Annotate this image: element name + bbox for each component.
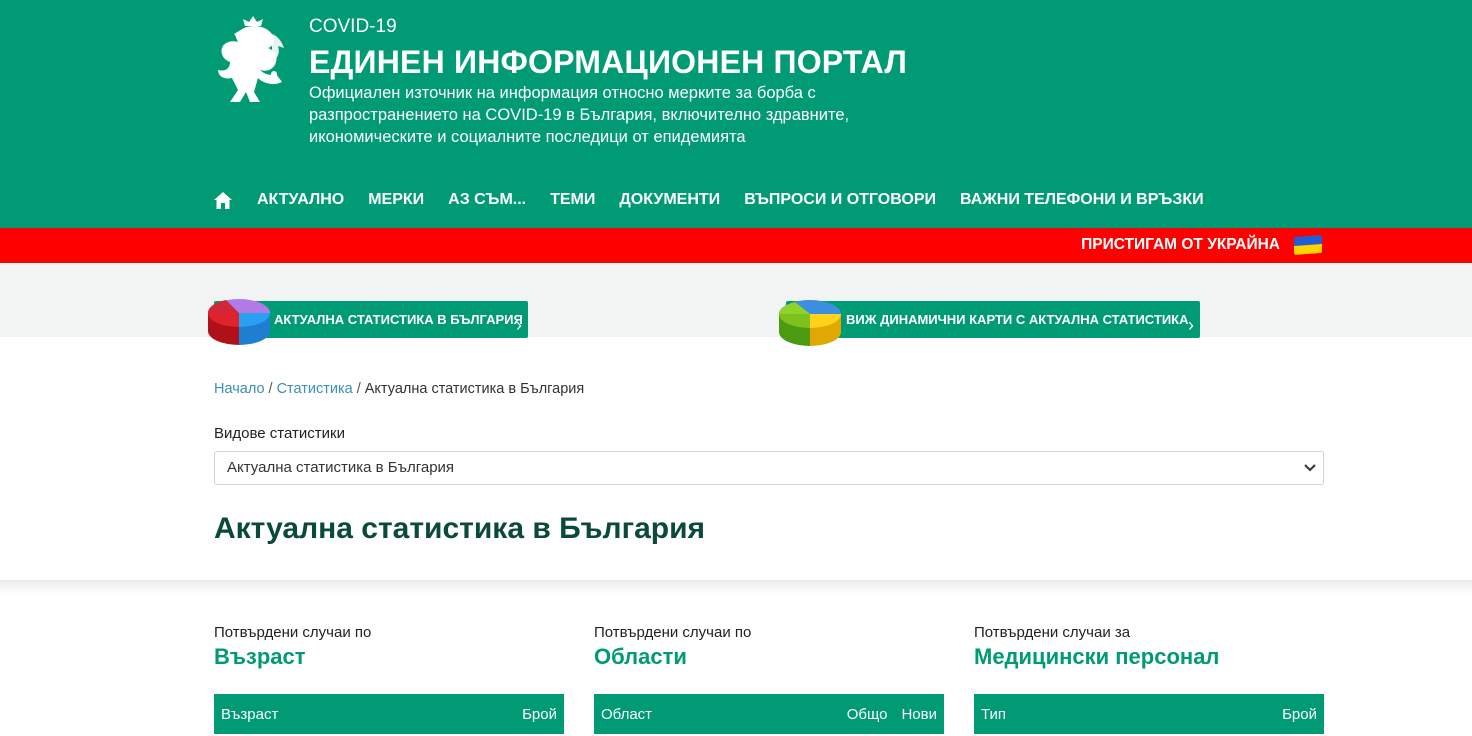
regions-cases-card: Потвърдени случаи по Области Област Общо… bbox=[594, 624, 944, 734]
table-header: Област Общо Нови bbox=[594, 694, 944, 734]
age-cases-card: Потвърдени случаи по Възраст Възраст Бро… bbox=[214, 624, 564, 734]
card-title: Области bbox=[594, 644, 687, 669]
ukraine-banner: ПРИСТИГАМ ОТ УКРАЙНА bbox=[0, 228, 1472, 263]
site-description: Официален източник на информация относно… bbox=[309, 84, 850, 146]
card-subtitle: Потвърдени случаи по bbox=[594, 624, 752, 641]
site-header: COVID-19 ЕДИНЕН ИНФОРМАЦИОНЕН ПОРТАЛ Офи… bbox=[0, 0, 1472, 228]
stats-type-select-value: Актуална статистика в България bbox=[227, 459, 455, 476]
medical-staff-cases-card: Потвърдени случаи за Медицински персонал… bbox=[974, 624, 1324, 734]
chevron-right-icon: › bbox=[1188, 315, 1194, 335]
nav-item-measures[interactable]: МЕРКИ bbox=[368, 191, 424, 209]
section-divider bbox=[0, 580, 1472, 594]
breadcrumb-home-link[interactable]: Начало bbox=[214, 381, 265, 397]
chevron-right-icon: › bbox=[516, 315, 522, 335]
ukraine-flag-icon bbox=[1294, 235, 1322, 255]
coat-of-arms-logo[interactable] bbox=[214, 14, 292, 108]
chevron-down-icon bbox=[1304, 464, 1316, 472]
card-title: Възраст bbox=[214, 644, 306, 669]
column-header: Област bbox=[601, 705, 653, 723]
nav-item-current[interactable]: АКТУАЛНО bbox=[257, 191, 344, 209]
nav-item-i-am[interactable]: АЗ СЪМ... bbox=[448, 191, 526, 209]
column-header: Брой bbox=[1282, 705, 1317, 723]
page-title: Актуална статистика в България bbox=[214, 512, 706, 545]
site-title[interactable]: ЕДИНЕН ИНФОРМАЦИОНЕН ПОРТАЛ bbox=[309, 44, 907, 81]
bulgaria-stats-button-label: АКТУАЛНА СТАТИСТИКА В БЪЛГАРИЯ bbox=[274, 312, 523, 327]
dynamic-maps-button[interactable]: ВИЖ ДИНАМИЧНИ КАРТИ С АКТУАЛНА СТАТИСТИК… bbox=[786, 301, 1200, 338]
breadcrumb-separator: / bbox=[356, 381, 361, 397]
stats-type-select[interactable]: Актуална статистика в България bbox=[214, 451, 1324, 485]
breadcrumb-statistics-link[interactable]: Статистика bbox=[277, 381, 353, 397]
home-icon[interactable] bbox=[214, 190, 234, 210]
ukraine-link-label: ПРИСТИГАМ ОТ УКРАЙНА bbox=[1081, 236, 1280, 253]
main-nav: АКТУАЛНО МЕРКИ АЗ СЪМ... ТЕМИ ДОКУМЕНТИ … bbox=[214, 186, 1228, 214]
site-kicker: COVID-19 bbox=[309, 16, 397, 37]
card-subtitle: Потвърдени случаи по bbox=[214, 624, 372, 641]
breadcrumb: Начало / Статистика / Актуална статистика в … bbox=[214, 381, 584, 397]
nav-item-faq[interactable]: ВЪПРОСИ И ОТГОВОРИ bbox=[744, 191, 936, 209]
table-header: Тип Брой bbox=[974, 694, 1324, 734]
breadcrumb-separator: / bbox=[268, 381, 273, 397]
breadcrumb-current: Актуална статистика в България bbox=[364, 381, 585, 397]
nav-item-topics[interactable]: ТЕМИ bbox=[550, 191, 595, 209]
table-header: Възраст Брой bbox=[214, 694, 564, 734]
stats-type-label: Видове статистики bbox=[214, 425, 345, 442]
column-header: Брой bbox=[522, 705, 557, 723]
pie-chart-icon bbox=[779, 300, 841, 346]
column-header: Тип bbox=[981, 705, 1007, 723]
column-header: Възраст bbox=[221, 705, 279, 723]
dynamic-maps-button-label: ВИЖ ДИНАМИЧНИ КАРТИ С АКТУАЛНА СТАТИСТИК… bbox=[846, 312, 1189, 327]
column-header: Нови bbox=[901, 705, 937, 723]
card-title: Медицински персонал bbox=[974, 644, 1220, 669]
card-subtitle: Потвърдени случаи за bbox=[974, 624, 1131, 641]
column-header: Общо bbox=[846, 705, 888, 723]
nav-item-documents[interactable]: ДОКУМЕНТИ bbox=[619, 191, 720, 209]
nav-item-phones-links[interactable]: ВАЖНИ ТЕЛЕФОНИ И ВРЪЗКИ bbox=[960, 191, 1204, 209]
ukraine-link[interactable]: ПРИСТИГАМ ОТ УКРАЙНА bbox=[1081, 235, 1322, 255]
pie-chart-icon bbox=[207, 299, 270, 345]
